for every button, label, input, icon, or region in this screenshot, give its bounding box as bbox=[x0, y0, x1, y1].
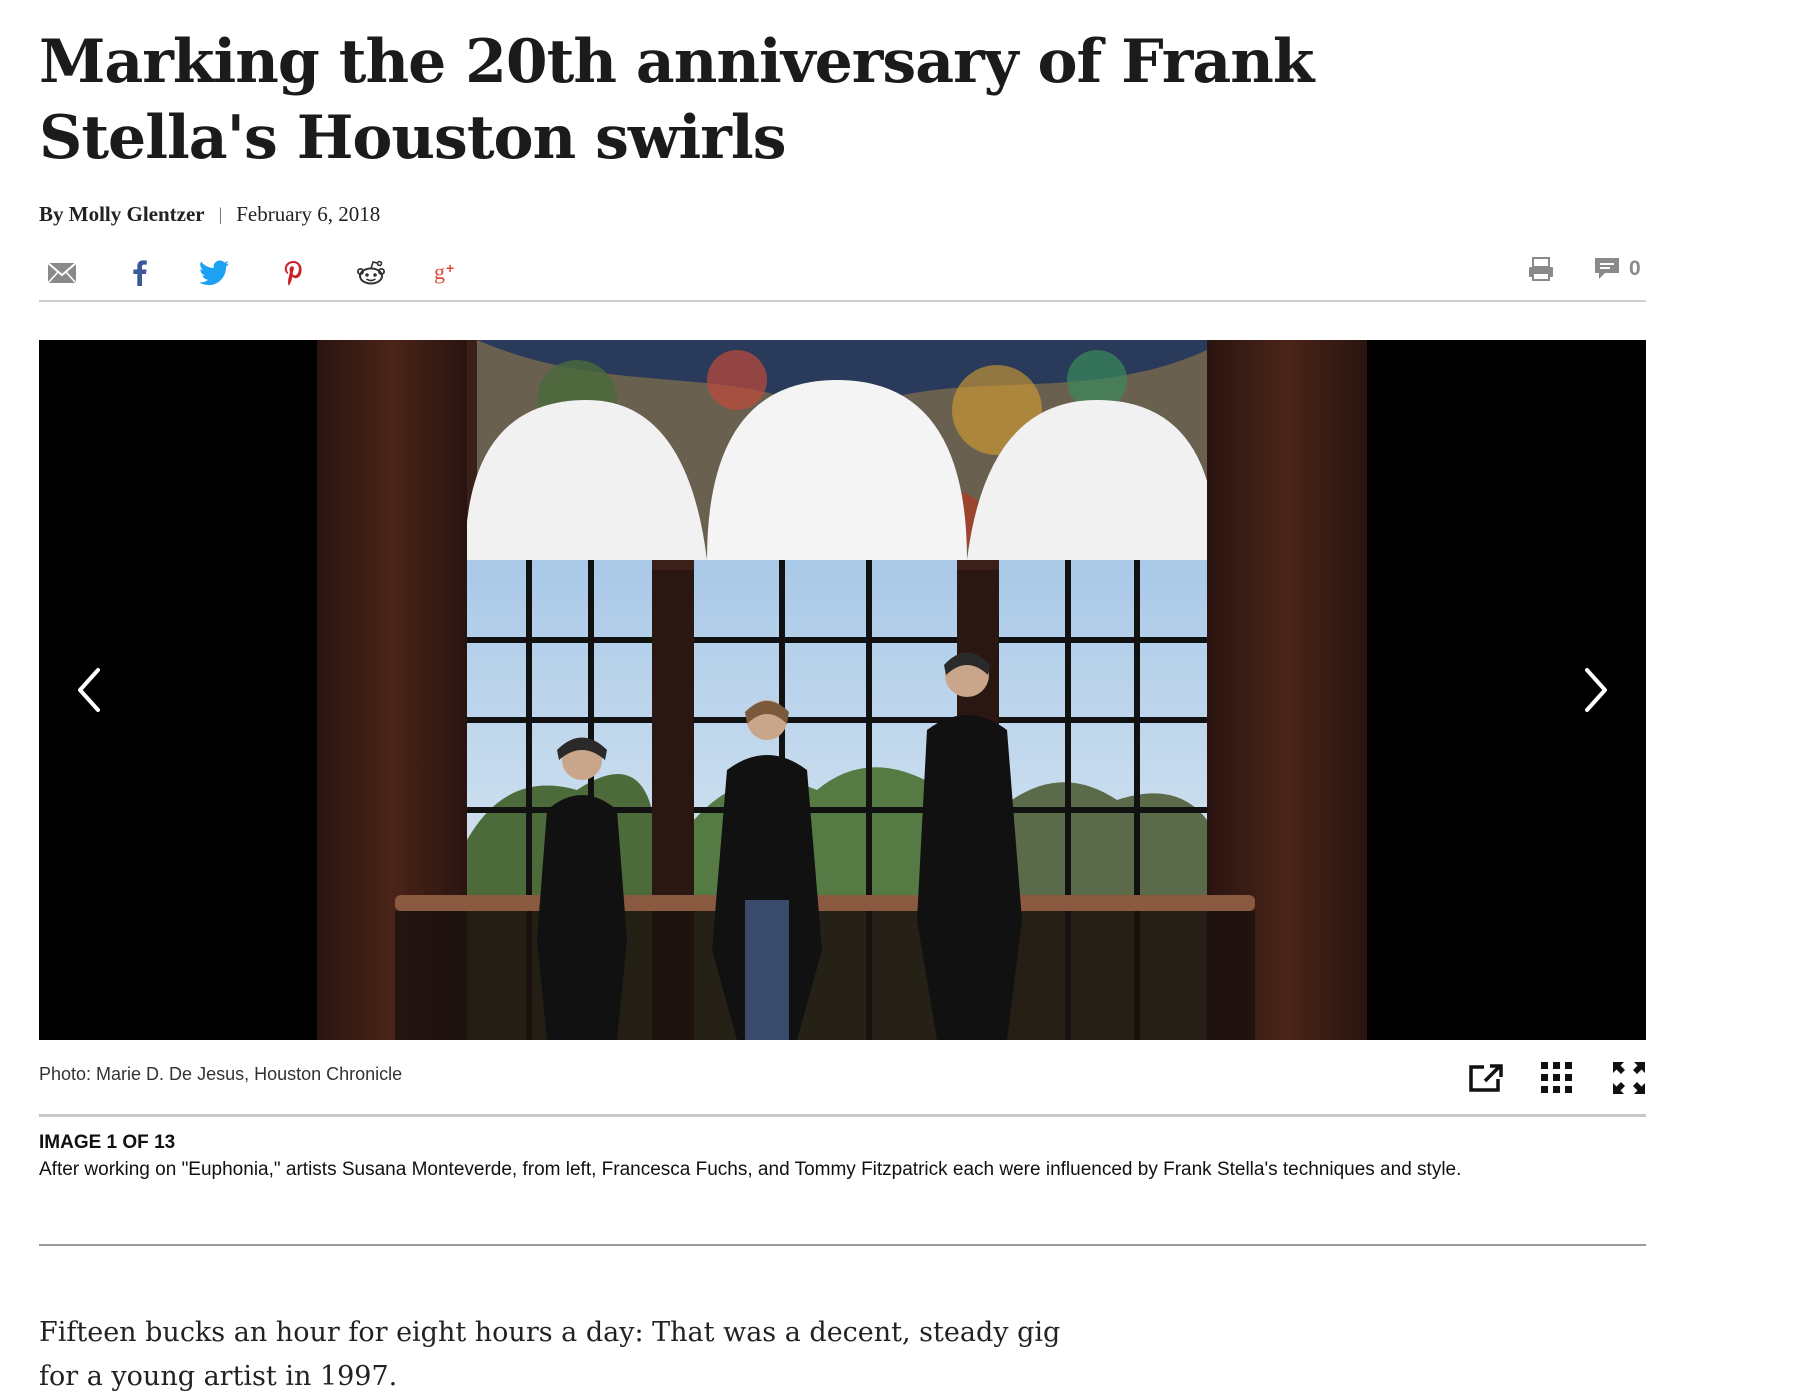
chevron-left-icon bbox=[78, 668, 100, 712]
open-image-button[interactable] bbox=[1466, 1058, 1506, 1098]
print-icon bbox=[1529, 257, 1553, 281]
pinterest-share-button[interactable] bbox=[276, 256, 310, 290]
byline-author[interactable]: By Molly Glentzer bbox=[39, 202, 205, 227]
fullscreen-icon bbox=[1613, 1062, 1645, 1094]
photo-credit-row: Photo: Marie D. De Jesus, Houston Chroni… bbox=[39, 1040, 1646, 1117]
caption-block: IMAGE 1 OF 13 After working on "Euphonia… bbox=[39, 1131, 1646, 1183]
thumbnail-grid-button[interactable] bbox=[1537, 1058, 1577, 1098]
reddit-share-button[interactable] bbox=[354, 256, 388, 290]
byline-separator: | bbox=[218, 204, 223, 224]
gallery-prev-button[interactable] bbox=[59, 655, 119, 725]
external-link-icon bbox=[1469, 1064, 1503, 1092]
photo-caption: After working on "Euphonia," artists Sus… bbox=[39, 1159, 1462, 1180]
gallery-next-button[interactable] bbox=[1566, 655, 1626, 725]
gallery-photo-image bbox=[317, 340, 1367, 1040]
image-counter: IMAGE 1 OF 13 bbox=[39, 1132, 176, 1153]
divider bbox=[39, 1244, 1646, 1246]
twitter-icon bbox=[200, 260, 229, 286]
google-plus-share-button[interactable]: g + bbox=[431, 256, 465, 290]
svg-text:g: g bbox=[434, 260, 445, 284]
email-icon bbox=[47, 262, 77, 284]
email-share-button[interactable] bbox=[45, 256, 79, 290]
publish-date: February 6, 2018 bbox=[236, 202, 381, 226]
print-button[interactable] bbox=[1527, 256, 1555, 282]
comments-button[interactable]: 0 bbox=[1593, 256, 1641, 282]
fullscreen-button[interactable] bbox=[1609, 1058, 1649, 1098]
photo-gallery bbox=[39, 340, 1646, 1040]
google-plus-icon: g + bbox=[434, 260, 454, 284]
pinterest-icon bbox=[284, 261, 302, 286]
reddit-icon bbox=[357, 260, 385, 285]
headline: Marking the 20th anniversary of Frank St… bbox=[39, 27, 1314, 173]
facebook-share-button[interactable] bbox=[123, 256, 157, 290]
photo-credit: Photo: Marie D. De Jesus, Houston Chroni… bbox=[39, 1064, 403, 1084]
share-bar: g + 0 bbox=[39, 250, 1646, 302]
chevron-right-icon bbox=[1585, 668, 1607, 712]
byline: By Molly Glentzer | February 6, 2018 bbox=[39, 202, 380, 227]
comment-icon bbox=[1595, 258, 1619, 279]
twitter-share-button[interactable] bbox=[198, 256, 232, 290]
gallery-photo[interactable] bbox=[317, 340, 1367, 1040]
grid-icon bbox=[1541, 1062, 1572, 1093]
comment-count: 0 bbox=[1629, 257, 1641, 280]
facebook-icon bbox=[133, 260, 147, 286]
svg-text:+: + bbox=[446, 260, 454, 276]
